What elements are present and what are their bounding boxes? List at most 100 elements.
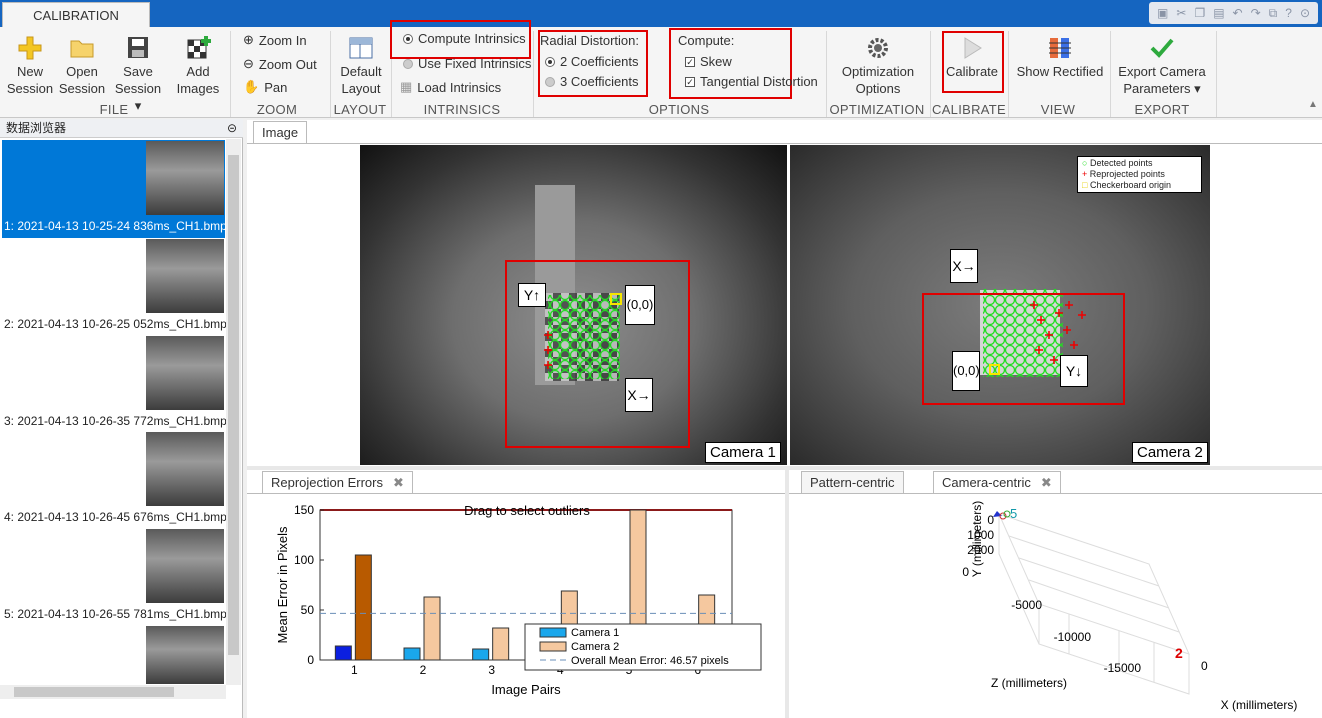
- export-camera-parameters-button[interactable]: Export Camera Parameters ▾: [1114, 35, 1210, 97]
- camera2-label: Camera 2: [1132, 442, 1208, 463]
- list-item[interactable]: 1: 2021-04-13 10-25-24 836ms_CH1.bmp: [4, 219, 226, 233]
- browser-title: 数据浏览器 ⊝: [0, 119, 243, 138]
- calibrate-button[interactable]: Calibrate: [944, 35, 1000, 80]
- camera1-image: Y↑ (0,0) X→ Camera 1: [360, 145, 787, 465]
- close-icon[interactable]: ✖: [393, 473, 404, 493]
- bar-camera1: [472, 648, 490, 661]
- y-axis-title: Y (millimeters): [970, 501, 984, 577]
- chevron-down-icon[interactable]: ⊝: [227, 119, 237, 138]
- intrinsics-section-label: INTRINSICS: [423, 102, 501, 117]
- skew-checkbox[interactable]: ✓ Skew: [685, 54, 732, 69]
- scroll-thumb[interactable]: [228, 155, 239, 655]
- horizontal-scrollbar[interactable]: [0, 685, 226, 699]
- bar-camera2: [492, 627, 510, 661]
- zoom-in-button[interactable]: ⊕ Zoom In: [243, 32, 307, 48]
- divider: [230, 31, 231, 117]
- image-thumbnail[interactable]: [146, 336, 224, 410]
- calibrate-section-label: CALIBRATE: [932, 102, 1006, 117]
- save-icon[interactable]: ▣: [1157, 6, 1168, 20]
- help-icon[interactable]: ?: [1285, 6, 1292, 20]
- layout-icon: [349, 37, 373, 59]
- use-fixed-intrinsics-radio[interactable]: Use Fixed Intrinsics: [403, 56, 531, 71]
- load-intrinsics-button[interactable]: ▦ Load Intrinsics: [400, 79, 501, 95]
- image-thumbnail[interactable]: [146, 239, 224, 313]
- tab-camera-centric[interactable]: Camera-centric ✖: [933, 471, 1061, 493]
- pan-button[interactable]: ✋ Pan: [243, 79, 287, 95]
- circle-icon: ○: [1082, 158, 1088, 168]
- origin-label: (0,0): [625, 285, 655, 325]
- add-images-button[interactable]: Add Images: [170, 35, 226, 97]
- list-item[interactable]: 5: 2021-04-13 10-26-55 781ms_CH1.bmp: [4, 607, 226, 621]
- tab-reprojection-errors[interactable]: Reprojection Errors ✖: [262, 471, 413, 493]
- radio-selected-icon: [403, 33, 413, 44]
- rectified-icon: [1049, 38, 1071, 58]
- extrinsics-3d-plot[interactable]: 0 1000 2000 0 -5000 -10000 -15000 0 Y (m…: [789, 494, 1322, 716]
- camera2-image: X→ (0,0) Y↓ ○ Detected points + Reprojec…: [790, 145, 1210, 465]
- close-icon[interactable]: ✖: [1041, 473, 1052, 493]
- y-axis-label: Y↑: [518, 283, 546, 307]
- x-axis-title: Image Pairs: [491, 682, 561, 697]
- radial-distortion-title: Radial Distortion:: [540, 33, 639, 48]
- radio-selected-icon: [545, 56, 555, 67]
- list-item[interactable]: 2: 2021-04-13 10-26-25 052ms_CH1.bmp: [4, 317, 226, 331]
- expand-icon[interactable]: ⊙: [1300, 6, 1310, 20]
- x-axis-title: X (millimeters): [1221, 698, 1298, 712]
- image-thumbnail[interactable]: [146, 626, 224, 684]
- scroll-thumb[interactable]: [14, 687, 174, 697]
- pattern-marker: 5: [1010, 506, 1017, 521]
- title-bar: [0, 0, 1322, 27]
- undo-icon[interactable]: ↶: [1233, 6, 1243, 20]
- switch-window-icon[interactable]: ⧉: [1269, 6, 1278, 21]
- reprojection-chart[interactable]: 050100150123456Drag to select outliersIm…: [247, 494, 785, 704]
- z-axis-title: Z (millimeters): [991, 676, 1067, 690]
- compute-intrinsics-radio[interactable]: Compute Intrinsics: [403, 31, 526, 46]
- legend-swatch-camera2: [539, 641, 567, 652]
- image-thumbnail[interactable]: [146, 529, 224, 603]
- legend-label-camera2: Camera 2: [571, 641, 619, 653]
- y-axis-label: Y↓: [1060, 355, 1088, 387]
- z-tick: -15000: [1104, 661, 1142, 675]
- list-item[interactable]: 4: 2021-04-13 10-26-45 676ms_CH1.bmp: [4, 510, 226, 524]
- x-tick-label: 1: [351, 663, 358, 677]
- ribbon: New Session Open Session Save Session ▾ Add…: [0, 20, 1322, 118]
- origin-label: (0,0): [952, 351, 980, 391]
- new-session-icon: [18, 36, 42, 60]
- default-layout-button[interactable]: Default Layout: [336, 35, 386, 97]
- zoom-out-button[interactable]: ⊖ Zoom Out: [243, 56, 317, 72]
- layout-section-label: LAYOUT: [333, 102, 387, 117]
- two-coefficients-radio[interactable]: 2 Coefficients: [545, 54, 639, 69]
- tab-pattern-centric[interactable]: Pattern-centric: [801, 471, 904, 493]
- radio-icon: [545, 76, 555, 87]
- y-tick-label: 150: [294, 503, 314, 517]
- legend: ○ Detected points + Reprojected points □…: [1077, 156, 1202, 193]
- tab-calibration[interactable]: CALIBRATION: [2, 2, 150, 29]
- y-tick: 0: [987, 513, 994, 527]
- tab-image[interactable]: Image: [253, 121, 308, 143]
- vertical-scrollbar[interactable]: [226, 139, 241, 685]
- image-thumbnail[interactable]: [146, 141, 224, 215]
- paste-icon[interactable]: ▤: [1213, 6, 1224, 20]
- bar-camera1: [403, 647, 421, 661]
- optimization-section-label: OPTIMIZATION: [829, 102, 925, 117]
- checkbox-checked-icon: ✓: [685, 56, 695, 67]
- image-thumbnail[interactable]: [146, 432, 224, 506]
- zoom-in-icon: ⊕: [243, 32, 254, 47]
- hand-icon: ✋: [243, 79, 260, 94]
- x-axis-label: X→: [625, 378, 653, 412]
- new-session-button[interactable]: New Session: [4, 35, 56, 97]
- copy-icon[interactable]: ❐: [1194, 6, 1205, 20]
- list-item[interactable]: 3: 2021-04-13 10-26-35 772ms_CH1.bmp: [4, 414, 226, 428]
- redo-icon[interactable]: ↷: [1251, 6, 1261, 20]
- optimization-options-button[interactable]: Optimization Options: [836, 35, 920, 97]
- z-tick: 0: [962, 565, 969, 579]
- show-rectified-button[interactable]: Show Rectified: [1014, 35, 1106, 80]
- add-images-icon: [187, 36, 211, 59]
- legend-label-camera1: Camera 1: [571, 627, 619, 639]
- divider: [247, 143, 1322, 144]
- open-session-button[interactable]: Open Session: [58, 35, 106, 97]
- cut-icon[interactable]: ✂: [1176, 6, 1186, 20]
- collapse-ribbon-icon[interactable]: ▲: [1308, 99, 1318, 110]
- tangential-distortion-checkbox[interactable]: ✓ Tangential Distortion: [685, 74, 818, 89]
- three-coefficients-radio[interactable]: 3 Coefficients: [545, 74, 639, 89]
- zoom-section-label: ZOOM: [256, 102, 298, 117]
